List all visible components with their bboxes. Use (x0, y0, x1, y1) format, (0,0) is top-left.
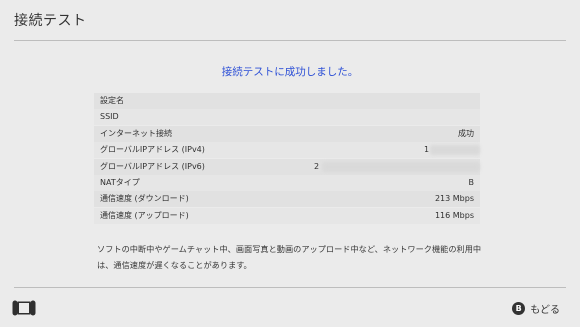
row-download-speed: 通信速度 (ダウンロード) 213 Mbps (94, 191, 480, 208)
row-nat-type: NATタイプ B (94, 174, 480, 191)
results-table: 設定名 SSID インターネット接続 成功 グローバルIPアドレス (IPv4)… (94, 93, 480, 224)
row-internet-connection: インターネット接続 成功 (94, 125, 480, 142)
row-value: 2 (314, 161, 320, 171)
row-label: インターネット接続 (100, 128, 172, 138)
row-label: グローバルIPアドレス (IPv4) (100, 145, 205, 155)
row-label: 通信速度 (アップロード) (100, 210, 189, 220)
row-label: SSID (100, 112, 119, 122)
row-label: グローバルIPアドレス (IPv6) (100, 161, 205, 171)
row-ssid: SSID (94, 109, 480, 126)
header: 接続テスト (0, 0, 580, 44)
row-label: 設定名 (100, 96, 124, 105)
speed-note: ソフトの中断中やゲームチャット中、画面写真と動画のアップロード中など、ネットワー… (97, 244, 482, 270)
row-value: 213 Mbps (434, 194, 474, 204)
row-value: 成功 (458, 128, 474, 138)
row-ipv6: グローバルIPアドレス (IPv6) 2 (94, 158, 480, 175)
row-upload-speed: 通信速度 (アップロード) 116 Mbps (94, 207, 480, 224)
row-setting-name: 設定名 (94, 93, 480, 109)
success-message: 接続テストに成功しました。 (221, 66, 359, 78)
page-title: 接続テスト (14, 13, 87, 29)
footer-divider (14, 287, 566, 288)
row-value: 116 Mbps (434, 210, 474, 220)
b-button-icon: B (512, 301, 526, 315)
back-label: もどる (530, 304, 560, 316)
back-button[interactable]: B もどる (512, 301, 560, 316)
redacted-value (322, 161, 480, 172)
row-label: NATタイプ (100, 177, 140, 187)
redacted-value (430, 145, 480, 156)
row-value: B (468, 177, 475, 187)
row-label: 通信速度 (ダウンロード) (100, 194, 189, 204)
row-ipv4: グローバルIPアドレス (IPv4) 1 (94, 142, 480, 159)
row-value: 1 (424, 145, 430, 155)
header-divider (14, 40, 566, 41)
switch-console-icon (12, 300, 36, 316)
